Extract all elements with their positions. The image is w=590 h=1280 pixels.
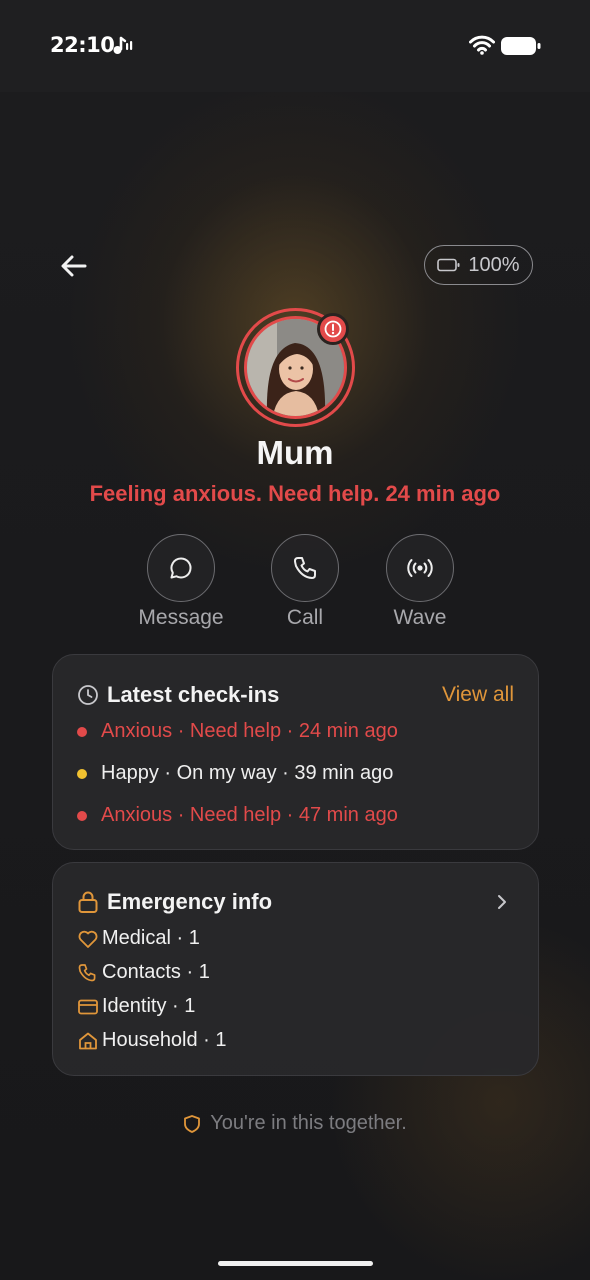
emergency-title: Emergency info: [107, 889, 273, 914]
status-time: 22:10: [50, 33, 115, 57]
checkin-item[interactable]: Anxious · Need help · 47 min ago: [77, 804, 398, 827]
message-icon: [170, 557, 192, 579]
alert-exclamation-icon: [324, 320, 342, 338]
emergency-item-label: Identity · 1: [102, 995, 196, 1017]
message-button[interactable]: Message: [131, 534, 231, 630]
contact-name: Mum: [256, 434, 334, 471]
home-indicator[interactable]: [218, 1261, 373, 1266]
music-note-icon: [113, 36, 133, 54]
footer-note: You're in this together.: [0, 1112, 590, 1135]
checkins-title: Latest check-ins: [107, 682, 280, 707]
wave-button-circle[interactable]: [386, 534, 454, 602]
status-bar: 22:10: [0, 0, 590, 92]
checkin-item[interactable]: Happy · On my way · 39 min ago: [77, 762, 393, 785]
device-battery-pill: 100%: [424, 245, 533, 285]
emergency-item-identity[interactable]: Identity · 1: [77, 995, 195, 1018]
checkin-item[interactable]: Anxious · Need help · 24 min ago: [77, 720, 398, 743]
checkin-status-dot: [77, 726, 87, 737]
battery-icon: [501, 37, 541, 55]
checkin-text: Anxious · Need help · 24 min ago: [101, 720, 398, 742]
emergency-item-label: Contacts · 1: [102, 961, 210, 983]
call-label: Call: [286, 606, 324, 629]
checkin-status-dot: [77, 768, 87, 779]
heart-icon: [78, 930, 98, 948]
alert-badge: [317, 313, 349, 345]
shield-icon: [184, 1114, 201, 1133]
message-button-circle[interactable]: [147, 534, 215, 602]
footer-note-text: You're in this together.: [210, 1112, 407, 1134]
checkin-status-dot: [77, 810, 87, 821]
clock-icon: [78, 685, 98, 705]
message-label: Message: [138, 606, 224, 629]
phone-icon: [78, 963, 96, 981]
chevron-right-icon[interactable]: [496, 893, 508, 911]
call-button[interactable]: Call: [255, 534, 355, 630]
emergency-item-medical[interactable]: Medical · 1: [77, 927, 200, 950]
lock-icon: [78, 891, 98, 913]
emergency-title-row: Emergency info: [77, 889, 272, 915]
wave-button[interactable]: Wave: [370, 534, 470, 630]
wave-label: Wave: [393, 606, 447, 629]
view-all-link[interactable]: View all: [442, 683, 514, 707]
wifi-icon: [469, 35, 495, 55]
battery-outline-icon: [437, 258, 460, 272]
checkins-title-row: Latest check-ins: [77, 682, 279, 708]
battery-percentage: 100%: [468, 253, 520, 276]
emergency-info-card[interactable]: Emergency info Medical · 1 Contacts · 1 …: [52, 862, 539, 1076]
id-card-icon: [78, 999, 98, 1014]
call-button-circle[interactable]: [271, 534, 339, 602]
checkin-text: Happy · On my way · 39 min ago: [101, 762, 394, 784]
back-arrow-icon[interactable]: [56, 248, 92, 284]
checkins-card: Latest check-ins View all Anxious · Need…: [52, 654, 539, 850]
contact-status: Feeling anxious. Need help. 24 min ago: [89, 481, 501, 506]
checkin-text: Anxious · Need help · 47 min ago: [101, 804, 398, 826]
emergency-item-contacts[interactable]: Contacts · 1: [77, 961, 210, 984]
emergency-item-label: Household · 1: [102, 1029, 227, 1051]
house-icon: [79, 1032, 97, 1049]
emergency-item-label: Medical · 1: [102, 927, 200, 949]
phone-icon: [294, 557, 316, 579]
emergency-item-household[interactable]: Household · 1: [77, 1029, 227, 1052]
wave-icon: [407, 559, 433, 577]
